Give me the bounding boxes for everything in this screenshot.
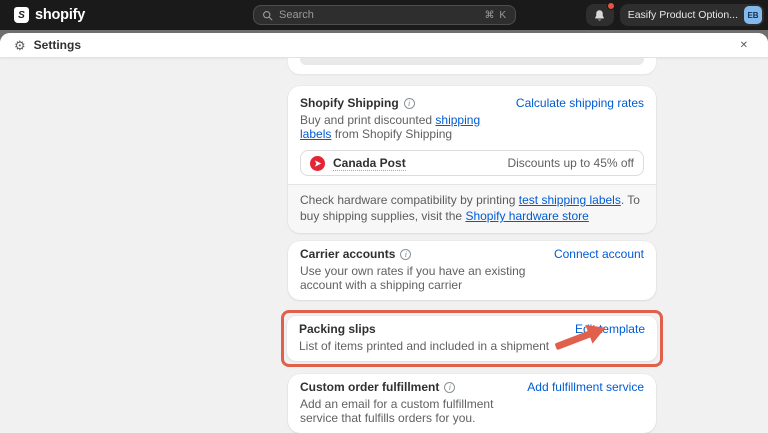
carrier-accounts-title: Carrier accounts bbox=[300, 247, 395, 262]
calculate-shipping-rates-link[interactable]: Calculate shipping rates bbox=[516, 96, 644, 111]
shopify-wordmark: shopify bbox=[35, 7, 85, 23]
topbar-right: Easify Product Option... EB bbox=[586, 4, 768, 26]
close-button[interactable]: ✕ bbox=[734, 38, 754, 53]
custom-fulfillment-card: Custom order fulfillment i Add an email … bbox=[288, 374, 656, 433]
info-icon[interactable]: i bbox=[400, 249, 411, 260]
edit-template-link[interactable]: Edit template bbox=[575, 322, 645, 337]
desc-text: Buy and print discounted bbox=[300, 113, 435, 127]
custom-fulfillment-desc: Add an email for a custom fulfillment se… bbox=[300, 397, 511, 425]
settings-header: ⚙ Settings ✕ bbox=[0, 33, 768, 58]
canada-post-logo-icon bbox=[310, 156, 325, 171]
carrier-accounts-card: Carrier accounts i Use your own rates if… bbox=[288, 241, 656, 300]
packing-card-text: Packing slips List of items printed and … bbox=[299, 322, 549, 353]
topbar: S shopify Search ⌘ K Easify Product Opti… bbox=[0, 0, 768, 30]
scrolled-card-fragment bbox=[288, 58, 656, 74]
connect-account-link[interactable]: Connect account bbox=[554, 247, 644, 262]
canada-post-row[interactable]: Canada Post Discounts up to 45% off bbox=[300, 150, 644, 176]
add-fulfillment-service-link[interactable]: Add fulfillment service bbox=[527, 380, 644, 395]
search-input[interactable]: Search ⌘ K bbox=[253, 5, 516, 25]
footer-text: Check hardware compatibility by printing bbox=[300, 193, 519, 207]
notification-badge bbox=[607, 2, 615, 10]
fulfillment-card-text: Custom order fulfillment i Add an email … bbox=[300, 380, 511, 425]
shopify-shipping-card: Shopify Shipping i Buy and print discoun… bbox=[288, 86, 656, 233]
packing-slips-title: Packing slips bbox=[299, 322, 376, 337]
carrier-accounts-desc: Use your own rates if you have an existi… bbox=[300, 264, 538, 292]
shopify-bag-icon: S bbox=[14, 7, 29, 23]
test-shipping-labels-link[interactable]: test shipping labels bbox=[519, 193, 621, 207]
bell-icon bbox=[593, 9, 606, 22]
packing-slips-desc: List of items printed and included in a … bbox=[299, 339, 549, 353]
avatar: EB bbox=[744, 6, 762, 24]
packing-slips-card: Packing slips List of items printed and … bbox=[287, 316, 657, 361]
store-menu-button[interactable]: Easify Product Option... EB bbox=[620, 4, 764, 26]
carrier-name: Canada Post bbox=[333, 156, 406, 171]
desc-text: from Shopify Shipping bbox=[331, 127, 452, 141]
info-icon[interactable]: i bbox=[404, 98, 415, 109]
hardware-store-link[interactable]: Shopify hardware store bbox=[465, 209, 588, 223]
custom-fulfillment-title: Custom order fulfillment bbox=[300, 380, 439, 395]
content-column: Shopify Shipping i Buy and print discoun… bbox=[288, 58, 656, 433]
page-title: Settings bbox=[34, 38, 81, 52]
store-name: Easify Product Option... bbox=[628, 9, 738, 21]
settings-content: Shopify Shipping i Buy and print discoun… bbox=[0, 58, 768, 433]
annotation-highlight-box: Packing slips List of items printed and … bbox=[281, 310, 663, 367]
scrolled-row-fragment bbox=[300, 58, 644, 65]
shipping-card-desc: Buy and print discounted shipping labels… bbox=[300, 113, 500, 141]
search-shortcut: ⌘ K bbox=[485, 10, 507, 21]
info-icon[interactable]: i bbox=[444, 382, 455, 393]
shipping-card-footer: Check hardware compatibility by printing… bbox=[288, 184, 656, 233]
shipping-card-title: Shopify Shipping bbox=[300, 96, 399, 111]
search-placeholder: Search bbox=[279, 9, 314, 21]
settings-modal: ⚙ Settings ✕ Shopify Shipping i bbox=[0, 33, 768, 433]
carrier-discount-note: Discounts up to 45% off bbox=[507, 156, 634, 170]
carrier-card-text: Carrier accounts i Use your own rates if… bbox=[300, 247, 538, 292]
shopify-logo[interactable]: S shopify bbox=[0, 7, 85, 23]
notifications-button[interactable] bbox=[586, 4, 614, 26]
page: S shopify Search ⌘ K Easify Product Opti… bbox=[0, 0, 768, 433]
gear-icon: ⚙ bbox=[14, 39, 26, 52]
shipping-card-text: Shopify Shipping i Buy and print discoun… bbox=[300, 96, 500, 141]
search-icon bbox=[262, 10, 273, 21]
